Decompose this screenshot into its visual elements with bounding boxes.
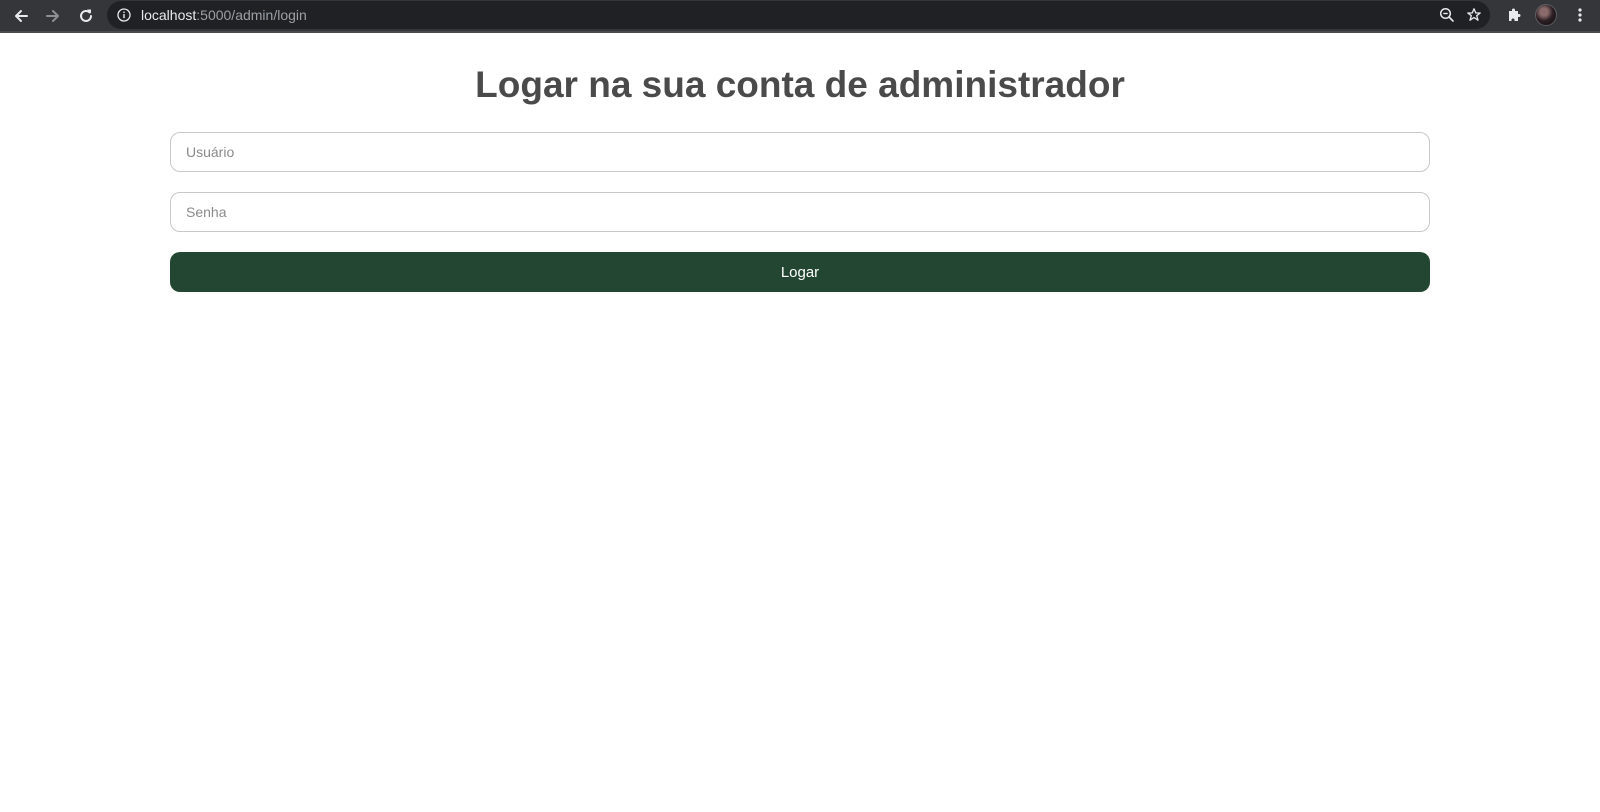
url-host: localhost [141,7,197,23]
star-icon[interactable] [1466,7,1482,23]
arrow-right-icon [46,10,59,22]
page-content: Logar na sua conta de administrador Loga… [0,33,1600,812]
login-button[interactable]: Logar [170,252,1430,292]
reload-icon [80,9,92,22]
password-input[interactable] [170,192,1430,232]
reload-button[interactable] [73,3,99,29]
page-title: Logar na sua conta de administrador [475,64,1125,105]
puzzle-icon[interactable] [1506,7,1522,23]
browser-toolbar: localhost:5000/admin/login [0,0,1600,33]
forward-button[interactable] [40,3,66,29]
back-button[interactable] [8,3,34,29]
address-bar[interactable]: localhost:5000/admin/login [107,1,1490,29]
url-text[interactable]: localhost:5000/admin/login [141,7,307,23]
info-icon[interactable] [117,8,131,22]
arrow-left-icon [15,10,28,22]
login-form: Logar [170,132,1430,292]
url-path: :5000/admin/login [196,7,307,23]
kebab-menu-icon[interactable] [1572,7,1588,23]
avatar[interactable] [1535,4,1557,26]
zoom-out-icon[interactable] [1439,7,1455,23]
username-input[interactable] [170,132,1430,172]
